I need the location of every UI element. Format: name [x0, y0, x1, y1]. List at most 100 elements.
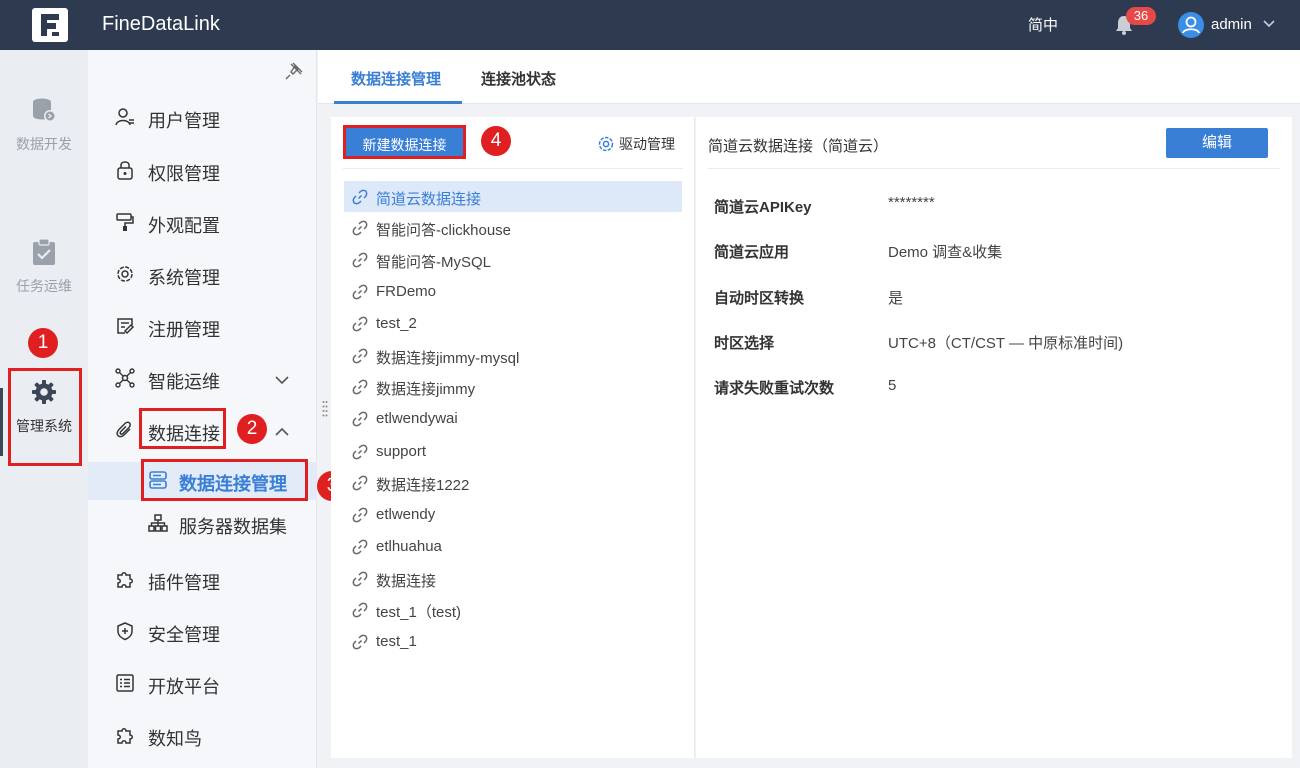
connection-list-item[interactable]: etlhuahua [344, 531, 682, 562]
connection-list-item[interactable]: etlwendywai [344, 403, 682, 434]
field-label-apikey: 简道云APIKey [714, 199, 812, 216]
menu-item-users[interactable]: 用户管理 [88, 98, 317, 138]
link-icon [352, 348, 368, 364]
connection-name: FRDemo [376, 283, 437, 300]
link-icon [352, 316, 368, 332]
link-icon [352, 252, 368, 268]
field-value-retry-count: 5 [888, 377, 897, 394]
language-switcher[interactable]: 简中 [1028, 14, 1058, 35]
menu-item-label: 注册管理 [148, 320, 220, 340]
list-divider [343, 168, 683, 169]
connection-list-item[interactable]: test_1 [344, 626, 682, 657]
menu-item-label: 开放平台 [148, 677, 220, 697]
link-icon [352, 411, 368, 427]
annotation-box-1 [8, 368, 82, 466]
chevron-down-icon[interactable] [1262, 17, 1276, 31]
connection-list-item[interactable]: FRDemo [344, 276, 682, 307]
finedatalink-logo-icon[interactable] [32, 8, 68, 42]
field-value-app: Demo 调查&收集 [888, 244, 1003, 261]
puzzle-icon [117, 572, 133, 588]
annotation-marker-1: 1 [28, 328, 58, 358]
connection-name: etlwendywai [376, 410, 458, 427]
link-icon [352, 602, 368, 618]
pin-icon[interactable] [285, 62, 303, 80]
gear-icon [117, 266, 133, 282]
sitemap-icon [148, 514, 168, 532]
detail-divider [708, 168, 1280, 169]
connection-list-item[interactable]: 简道云数据连接 [344, 181, 682, 212]
connection-name: 简道云数据连接 [376, 191, 482, 208]
chevron-down-icon [275, 376, 289, 385]
menu-item-registration[interactable]: 注册管理 [88, 307, 317, 347]
menu-item-plugins[interactable]: 插件管理 [88, 560, 317, 600]
panel-resize-handle[interactable] [322, 400, 328, 418]
tab-connection-management[interactable]: 数据连接管理 [351, 68, 441, 89]
connection-list-item[interactable]: 数据连接1222 [344, 467, 682, 498]
link-icon [352, 507, 368, 523]
connection-name: etlwendy [376, 506, 436, 523]
menu-item-smart-ops[interactable]: 智能运维 [88, 359, 317, 399]
new-connection-button[interactable]: 新建数据连接 [343, 125, 466, 159]
field-label-timezone: 时区选择 [714, 335, 775, 352]
connection-list-item[interactable]: 智能问答-MySQL [344, 244, 682, 275]
connection-list-item[interactable]: 数据连接 [344, 563, 682, 594]
menu-item-security[interactable]: 安全管理 [88, 612, 317, 652]
avatar[interactable] [1178, 12, 1204, 38]
database-icon [33, 98, 56, 122]
link-icon [352, 444, 368, 460]
rail-item-label: 任务运维 [16, 278, 72, 294]
menu-item-label: 系统管理 [148, 268, 220, 288]
rail-item-data-dev[interactable]: 数据开发 [0, 96, 88, 154]
clipboard-check-icon [33, 238, 55, 265]
menu-item-appearance[interactable]: 外观配置 [88, 203, 317, 243]
menu-item-open-platform[interactable]: 开放平台 [88, 664, 317, 704]
link-icon [352, 634, 368, 650]
connection-name: test_1（test) [376, 604, 462, 621]
list-icon [116, 674, 134, 692]
menu-item-shuzhiniao[interactable]: 数知鸟 [88, 716, 317, 756]
chevron-up-icon [275, 427, 289, 436]
menu-item-label: 权限管理 [148, 164, 220, 184]
gear-icon [598, 136, 614, 152]
connection-list-item[interactable]: 智能问答-clickhouse [344, 212, 682, 243]
menu-item-system[interactable]: 系统管理 [88, 255, 317, 295]
submenu-item-server-dataset[interactable]: 服务器数据集 [88, 504, 317, 544]
user-name[interactable]: admin [1211, 16, 1252, 33]
link-icon [352, 539, 368, 555]
user-icon [115, 108, 134, 126]
link-icon [352, 220, 368, 236]
menu-item-permissions[interactable]: 权限管理 [88, 151, 317, 191]
detail-title: 简道云数据连接（简道云） [708, 138, 889, 155]
connection-name: 数据连接jimmy [376, 381, 476, 398]
lock-icon [117, 161, 133, 180]
link-icon [352, 189, 368, 205]
field-label-auto-timezone: 自动时区转换 [714, 290, 805, 307]
active-tab-underline [334, 101, 462, 104]
menu-item-label: 外观配置 [148, 216, 220, 236]
link-icon [352, 379, 368, 395]
register-icon [117, 318, 135, 335]
connection-list-item[interactable]: 数据连接jimmy-mysql [344, 340, 682, 371]
connection-list-item[interactable]: 数据连接jimmy [344, 371, 682, 402]
annotation-marker-4: 4 [481, 126, 511, 156]
driver-management-link[interactable]: 驱动管理 [597, 134, 675, 154]
menu-item-label: 服务器数据集 [179, 517, 287, 537]
menu-item-label: 用户管理 [148, 111, 220, 131]
edit-button[interactable]: 编辑 [1166, 128, 1268, 158]
link-icon [352, 571, 368, 587]
rail-item-task-ops[interactable]: 任务运维 [0, 238, 88, 296]
field-value-timezone: UTC+8（CT/CST — 中原标准时间) [888, 335, 1124, 352]
connection-name: 智能问答-MySQL [376, 254, 492, 271]
tabs-bar [318, 50, 1300, 104]
tab-pool-status[interactable]: 连接池状态 [481, 68, 556, 89]
connection-list-item[interactable]: etlwendy [344, 499, 682, 530]
connection-list-item[interactable]: test_1（test) [344, 594, 682, 625]
driver-management-label: 驱动管理 [619, 136, 675, 152]
paperclip-icon [116, 421, 131, 438]
connection-list-item[interactable]: test_2 [344, 308, 682, 339]
shield-icon [117, 622, 133, 641]
rail-item-label: 数据开发 [16, 136, 72, 152]
menu-item-label: 智能运维 [148, 372, 220, 392]
connection-list-item[interactable]: support [344, 436, 682, 467]
menu-item-label: 数知鸟 [148, 729, 202, 749]
